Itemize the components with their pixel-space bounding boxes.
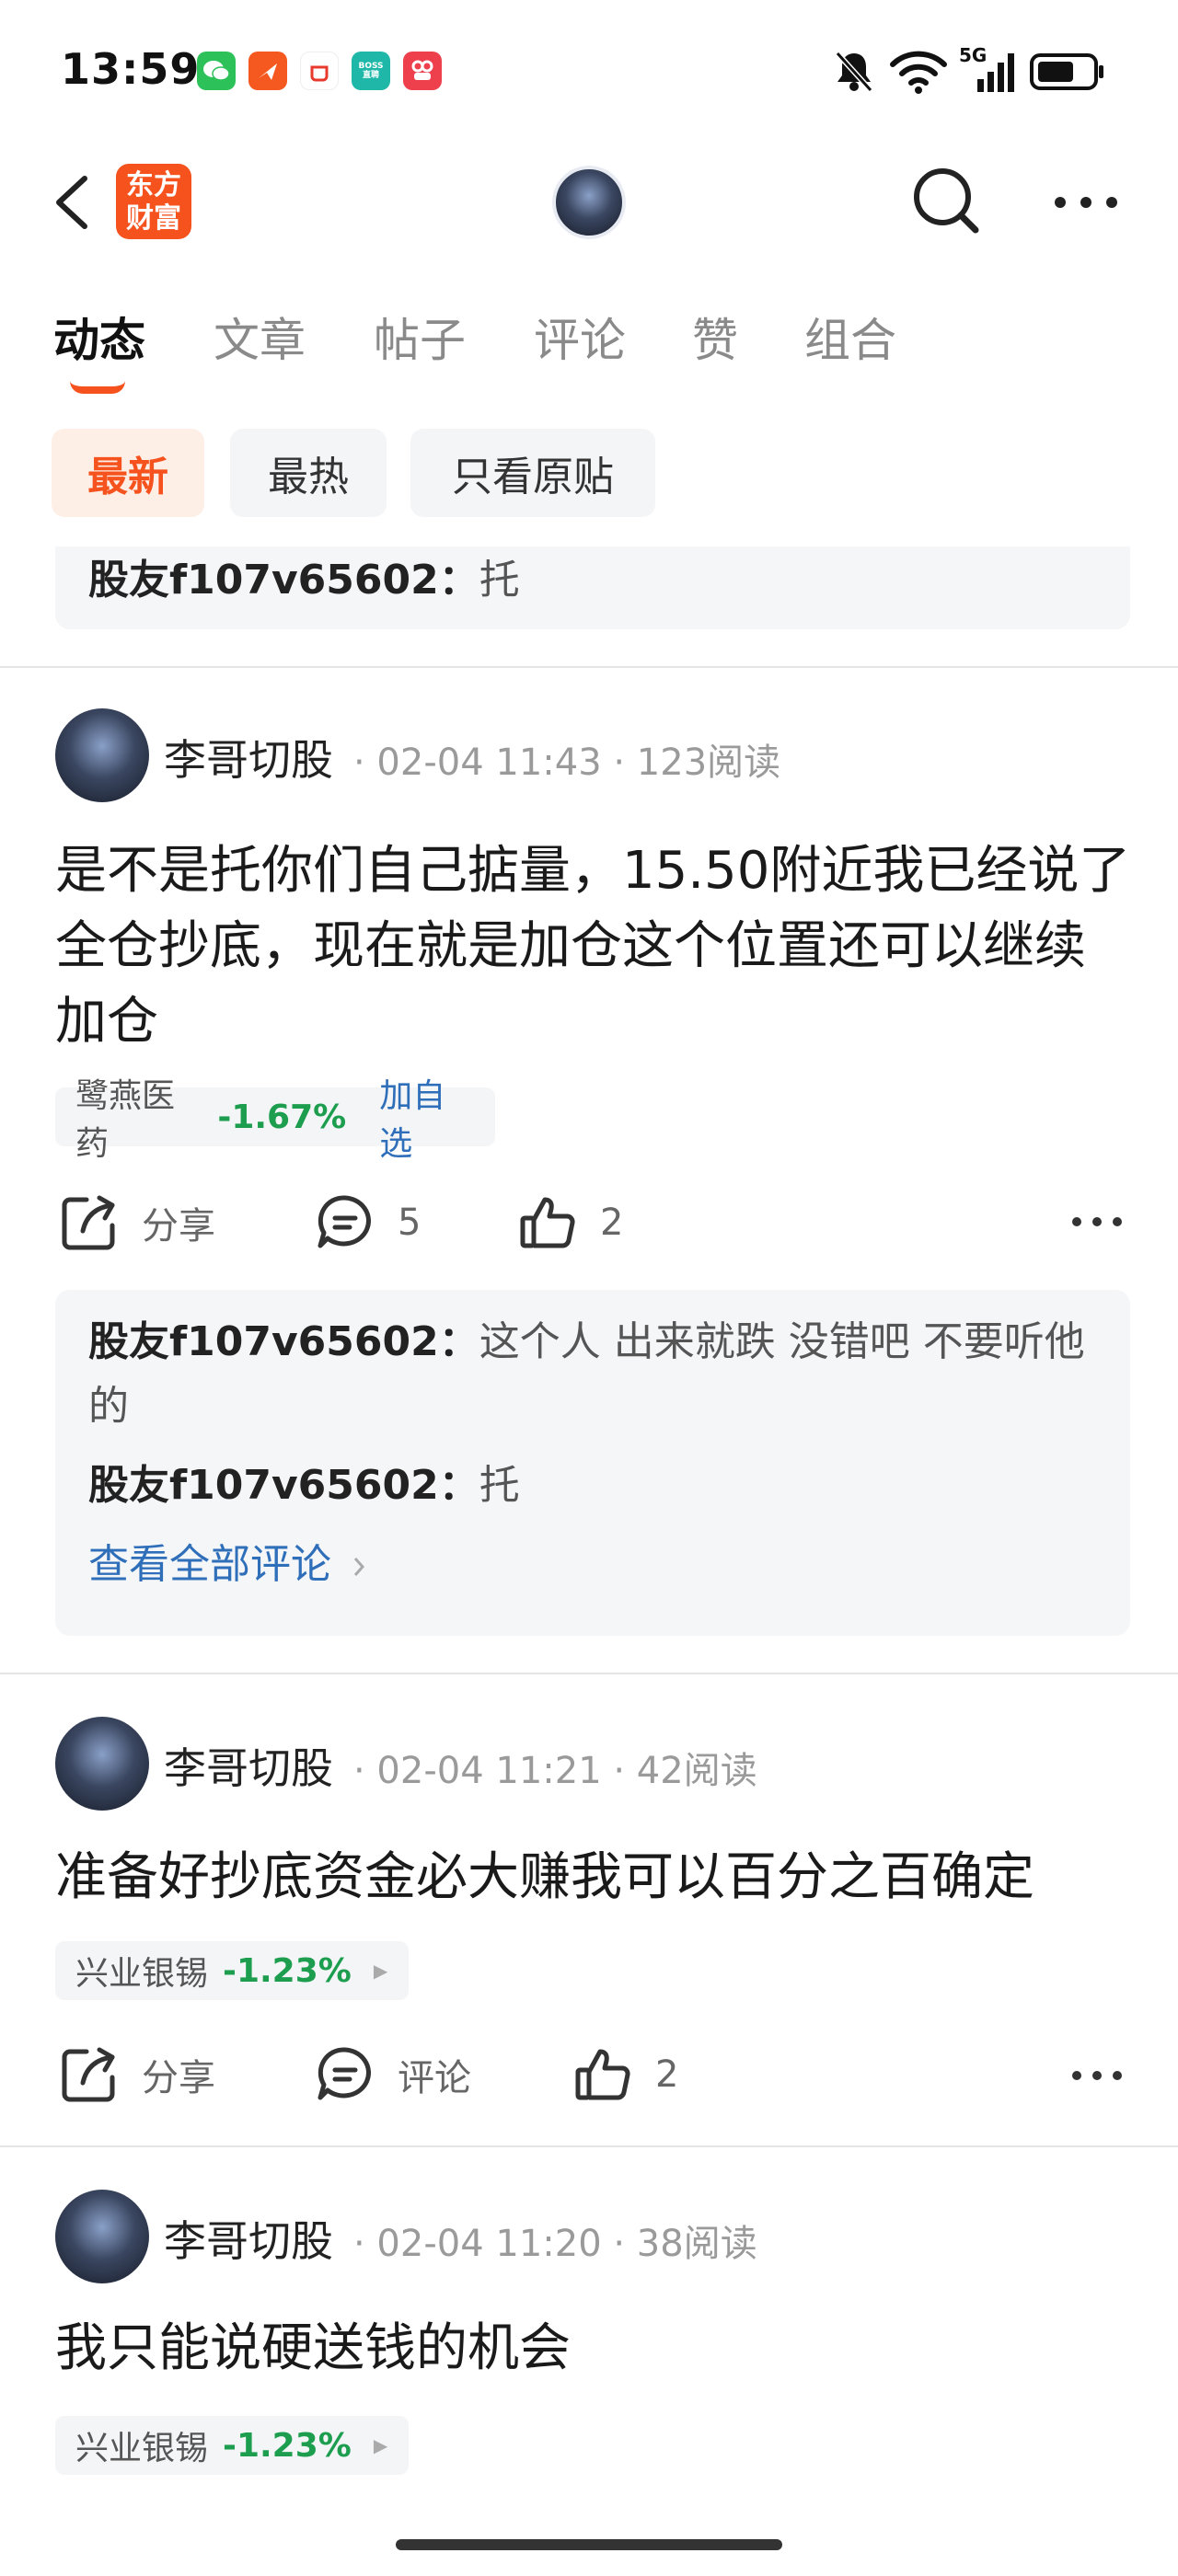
- comment-box-partial: 股友f107v65602：托: [55, 546, 1130, 629]
- comment-button[interactable]: 评论: [315, 2044, 471, 2105]
- back-icon[interactable]: [50, 173, 96, 232]
- tab-pinglun[interactable]: 评论: [534, 304, 626, 370]
- post-text[interactable]: 是不是托你们自己掂量，15.50附近我已经说了全仓抄底，现在就是加仓这个位置还可…: [55, 834, 1132, 1060]
- divider: [0, 666, 1178, 668]
- brand-logo: 东方 财富: [116, 164, 191, 239]
- home-indicator[interactable]: [396, 2539, 782, 2550]
- add-watchlist-button[interactable]: 加自选: [379, 1069, 475, 1165]
- share-label: 分享: [142, 1205, 215, 1248]
- post-avatar[interactable]: [55, 2190, 149, 2283]
- post-text[interactable]: 准备好抄底资金必大赚我可以百分之百确定: [55, 1840, 1132, 1915]
- tab-dongtai[interactable]: 动态: [53, 304, 145, 370]
- comment-user[interactable]: 股友f107v65602：: [88, 557, 479, 604]
- comment-box: 股友f107v65602：这个人 出来就跌 没错吧 不要听他的 股友f107v6…: [55, 1290, 1130, 1636]
- wifi-icon: [890, 51, 947, 94]
- post-author[interactable]: 李哥切股: [164, 1735, 333, 1796]
- like-button[interactable]: 2: [572, 2044, 678, 2105]
- stock-change: -1.23%: [223, 1951, 352, 1990]
- post-avatar[interactable]: [55, 1717, 149, 1811]
- view-all-label: 查看全部评论: [88, 1541, 331, 1588]
- stock-tag[interactable]: 兴业银锡 -1.23% ▶: [55, 2416, 409, 2475]
- status-time: 13:59: [61, 44, 201, 94]
- tab-zuhe[interactable]: 组合: [804, 304, 896, 370]
- post-author[interactable]: 李哥切股: [164, 727, 333, 788]
- share-icon: [62, 1195, 115, 1250]
- post-text[interactable]: 我只能说硬送钱的机会: [55, 2311, 1132, 2386]
- tab-zan[interactable]: 赞: [692, 304, 738, 370]
- filter-latest[interactable]: 最新: [52, 429, 204, 517]
- post-more-icon[interactable]: [1071, 1213, 1123, 1231]
- active-tab-indicator: [70, 381, 125, 394]
- comment-label: 评论: [398, 2057, 471, 2099]
- comment: 股友f107v65602：托: [55, 1454, 1130, 1518]
- stock-name: 兴业银锡: [75, 2430, 209, 2467]
- stock-change: -1.23%: [223, 2426, 352, 2465]
- stock-change: -1.67%: [217, 1098, 347, 1136]
- play-arrow-icon: ▶: [373, 1960, 388, 1982]
- tab-wenzhang[interactable]: 文章: [214, 304, 306, 370]
- comment-text: 托: [479, 1462, 520, 1509]
- stock-tag[interactable]: 鹭燕医药 -1.67% 加自选: [55, 1077, 495, 1163]
- share-icon: [62, 2047, 115, 2102]
- divider: [0, 2145, 1178, 2147]
- mute-icon: [835, 51, 873, 93]
- profile-tabs: 动态 文章 帖子 评论 赞 组合: [0, 304, 1178, 405]
- share-label: 分享: [142, 2057, 215, 2099]
- comment-icon: [318, 2047, 371, 2100]
- filter-hot[interactable]: 最热: [230, 429, 387, 517]
- wechat-icon: [197, 52, 236, 90]
- stock-name: 鹭燕医药: [75, 1077, 176, 1163]
- view-all-comments-link[interactable]: 查看全部评论: [55, 1533, 1130, 1597]
- stock-name: 兴业银锡: [75, 1955, 209, 1993]
- comment-button[interactable]: 5: [315, 1192, 421, 1253]
- play-arrow-icon: ▶: [373, 2434, 388, 2456]
- search-icon[interactable]: [909, 164, 983, 237]
- post-meta: · 02-04 11:43 · 123阅读: [353, 742, 781, 784]
- share-button[interactable]: 分享: [59, 1192, 215, 1253]
- thumbs-up-icon: [575, 2049, 630, 2100]
- comment-icon: [318, 1195, 371, 1248]
- post-meta: · 02-04 11:21 · 42阅读: [353, 1750, 757, 1792]
- share-button[interactable]: 分享: [59, 2044, 215, 2105]
- signal-icon: [977, 53, 1014, 92]
- like-button[interactable]: 2: [517, 1192, 623, 1253]
- thumbs-up-icon: [520, 1197, 575, 1248]
- comment-count: 5: [398, 1202, 422, 1244]
- comment: 股友f107v65602：托: [55, 546, 1130, 613]
- filter-original-only[interactable]: 只看原贴: [410, 429, 655, 517]
- like-count: 2: [600, 1202, 624, 1244]
- comment-user[interactable]: 股友f107v65602：: [88, 1462, 479, 1509]
- comment: 股友f107v65602：这个人 出来就跌 没错吧 不要听他的: [55, 1310, 1130, 1439]
- status-bar: 13:59 BOSS 直聘 5G: [0, 0, 1178, 138]
- comment-user[interactable]: 股友f107v65602：: [88, 1318, 479, 1365]
- stock-tag[interactable]: 兴业银锡 -1.23% ▶: [55, 1941, 409, 2000]
- feishu-icon: [248, 52, 287, 90]
- post-author[interactable]: 李哥切股: [164, 2208, 333, 2269]
- boss-zhipin-icon: BOSS 直聘: [352, 52, 390, 90]
- chevron-right-icon: [353, 1558, 365, 1576]
- like-count: 2: [655, 2053, 679, 2096]
- comment-text: 托: [479, 557, 520, 604]
- more-icon[interactable]: [1049, 180, 1123, 224]
- profile-avatar[interactable]: [552, 166, 626, 239]
- post-meta: · 02-04 11:20 · 38阅读: [353, 2223, 757, 2265]
- post-avatar[interactable]: [55, 708, 149, 802]
- post-more-icon[interactable]: [1071, 2066, 1123, 2085]
- battery-icon: [1030, 53, 1103, 90]
- shopping-icon: [300, 52, 339, 90]
- tab-tiezi[interactable]: 帖子: [374, 304, 466, 370]
- divider: [0, 1673, 1178, 1674]
- ticket-icon: [403, 52, 442, 90]
